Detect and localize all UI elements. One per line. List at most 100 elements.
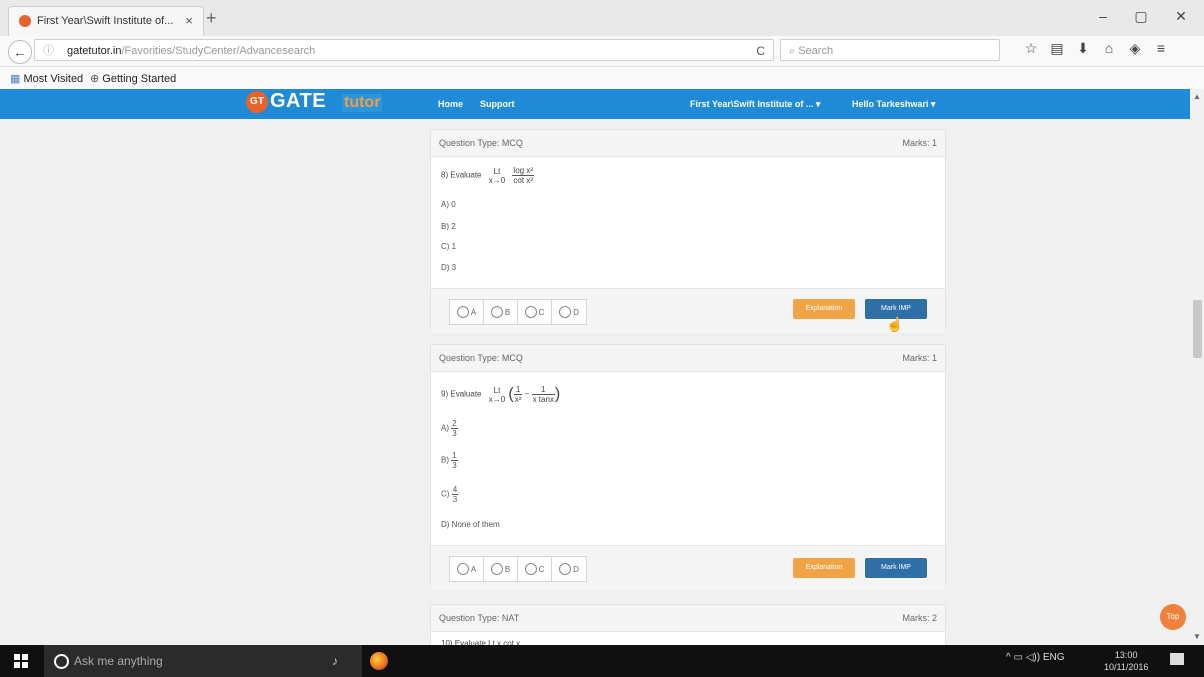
firefox-taskbar-icon[interactable] [370, 652, 388, 670]
bookmark-getting-started[interactable]: ⊕ Getting Started [90, 72, 176, 85]
browser-search-input[interactable]: ⌕ Search [780, 39, 1000, 61]
option-letter: A) [441, 423, 449, 433]
question-marks: Marks: 1 [902, 138, 937, 148]
question-number: 8) [441, 170, 449, 180]
tab-title: First Year\Swift Institute of... [37, 15, 174, 27]
option-a: A) 0 [441, 200, 456, 209]
nav-institute-dropdown[interactable]: First Year\Swift Institute of ... ▾ [690, 99, 820, 110]
answer-a-radio[interactable]: A [450, 557, 484, 581]
fraction: 43 [451, 485, 459, 504]
scroll-up-icon[interactable]: ▲ [1193, 92, 1201, 101]
radio-circle-icon [524, 563, 537, 575]
question-header: Question Type: MCQ Marks: 1 [431, 345, 945, 372]
fraction: log x² cot x² [512, 166, 534, 185]
bookmark-most-visited[interactable]: ▦ Most Visited [10, 72, 83, 85]
cortana-search-box[interactable]: Ask me anything ♪ [44, 645, 362, 677]
fraction-numerator: 1 [451, 451, 458, 461]
system-tray[interactable]: ^ ▭ ◁)) ENG [1006, 652, 1065, 663]
answer-c-radio[interactable]: C [518, 300, 552, 324]
fraction-denominator: 3 [452, 461, 457, 470]
option-b: B) 13 [441, 451, 458, 470]
fraction-denominator: x tanx [532, 395, 554, 404]
logo-badge[interactable]: GT [246, 91, 268, 113]
fraction: 23 [451, 419, 458, 438]
option-c: C) 43 [441, 485, 459, 504]
radio-circle-icon [490, 306, 503, 318]
fraction-denominator: x² [514, 395, 522, 404]
radio-circle-icon [456, 306, 469, 318]
bookmarks-bar [0, 67, 1204, 90]
pocket-icon[interactable]: ◈ [1124, 40, 1146, 57]
radio-circle-icon [524, 306, 537, 318]
cortana-placeholder: Ask me anything [74, 654, 163, 668]
folder-icon: ▦ [10, 73, 21, 85]
radio-circle-icon [559, 563, 572, 575]
home-icon[interactable]: ⌂ [1098, 40, 1120, 56]
nav-home-link[interactable]: Home [438, 99, 463, 109]
bookmark-label: Getting Started [102, 73, 177, 85]
question-card: Question Type: NAT Marks: 2 10) Evaluate… [430, 604, 946, 646]
answer-label: A [470, 564, 477, 574]
microphone-icon[interactable]: ♪ [332, 645, 338, 677]
nav-user-dropdown[interactable]: Hello Tarkeshwari ▾ [852, 99, 935, 110]
scroll-top-button[interactable]: Top [1160, 604, 1186, 630]
tab-close-icon[interactable]: × [185, 13, 193, 28]
answer-b-radio[interactable]: B [484, 300, 518, 324]
paren-close: ) [554, 385, 561, 403]
bookmark-star-icon[interactable]: ☆ [1020, 40, 1042, 57]
new-tab-icon[interactable]: + [206, 8, 217, 29]
fraction: 13 [451, 451, 458, 470]
clock-date: 10/11/2016 [1104, 662, 1149, 672]
mark-imp-button[interactable]: Mark IMP [865, 558, 927, 578]
close-window-icon[interactable]: ✕ [1166, 8, 1196, 25]
bookmark-label: Most Visited [23, 73, 84, 85]
question-number: 9) [441, 389, 449, 399]
page-scrollbar[interactable] [1190, 89, 1204, 645]
explanation-button[interactable]: Explanation [793, 299, 855, 319]
site-info-icon[interactable]: ⓘ [43, 40, 54, 62]
windows-start-icon[interactable] [14, 654, 28, 668]
fraction-denominator: cot x² [513, 176, 533, 185]
back-arrow-icon[interactable]: ← [8, 40, 32, 64]
menu-icon[interactable]: ≡ [1150, 40, 1172, 56]
scrollbar-thumb[interactable] [1193, 300, 1202, 358]
question-type: Question Type: MCQ [439, 353, 523, 363]
answer-b-radio[interactable]: B [484, 557, 518, 581]
minimize-icon[interactable]: – [1088, 8, 1118, 24]
download-icon[interactable]: ⬇ [1072, 40, 1094, 57]
option-c: C) 1 [441, 242, 457, 251]
clock-time: 13:00 [1114, 650, 1138, 660]
fraction-numerator: 2 [451, 419, 458, 429]
answer-d-radio[interactable]: D [552, 300, 586, 324]
question-header: Question Type: MCQ Marks: 1 [431, 130, 945, 157]
browser-tab[interactable]: First Year\Swift Institute of... × [8, 6, 204, 36]
answer-group: A B C D [449, 299, 587, 325]
reading-list-icon[interactable]: ▤ [1046, 40, 1068, 57]
taskbar-clock[interactable]: 13:00 10/11/2016 [1104, 649, 1148, 673]
fraction-numerator: 1 [513, 385, 523, 395]
answer-a-radio[interactable]: A [450, 300, 484, 324]
explanation-button[interactable]: Explanation [793, 558, 855, 578]
limit-label: Lt [493, 385, 501, 395]
question-prompt: Evaluate [450, 170, 482, 180]
answer-group: A B C D [449, 556, 587, 582]
answer-d-radio[interactable]: D [552, 557, 586, 581]
notification-icon[interactable] [1170, 653, 1184, 665]
limit-label: Lt [493, 166, 501, 176]
reload-icon[interactable]: C [756, 40, 765, 62]
logo-gate-text[interactable]: GATE [270, 90, 326, 113]
fraction-numerator: 1 [531, 385, 555, 395]
answer-label: B [504, 564, 511, 574]
radio-circle-icon [559, 306, 572, 318]
logo-tutor-text[interactable]: tutor [342, 94, 383, 112]
question-prompt: Evaluate [450, 389, 482, 399]
limit-sub: x→0 [488, 175, 506, 185]
maximize-icon[interactable]: ▢ [1126, 8, 1156, 25]
scroll-down-icon[interactable]: ▼ [1193, 632, 1201, 641]
url-bar[interactable]: ⓘ gatetutor.in/Favorities/StudyCenter/Ad… [34, 39, 774, 61]
answer-c-radio[interactable]: C [518, 557, 552, 581]
nav-support-link[interactable]: Support [480, 99, 515, 109]
fraction: 1 x² [513, 385, 523, 404]
answer-label: C [538, 564, 545, 574]
minus-sign: − [524, 389, 530, 399]
